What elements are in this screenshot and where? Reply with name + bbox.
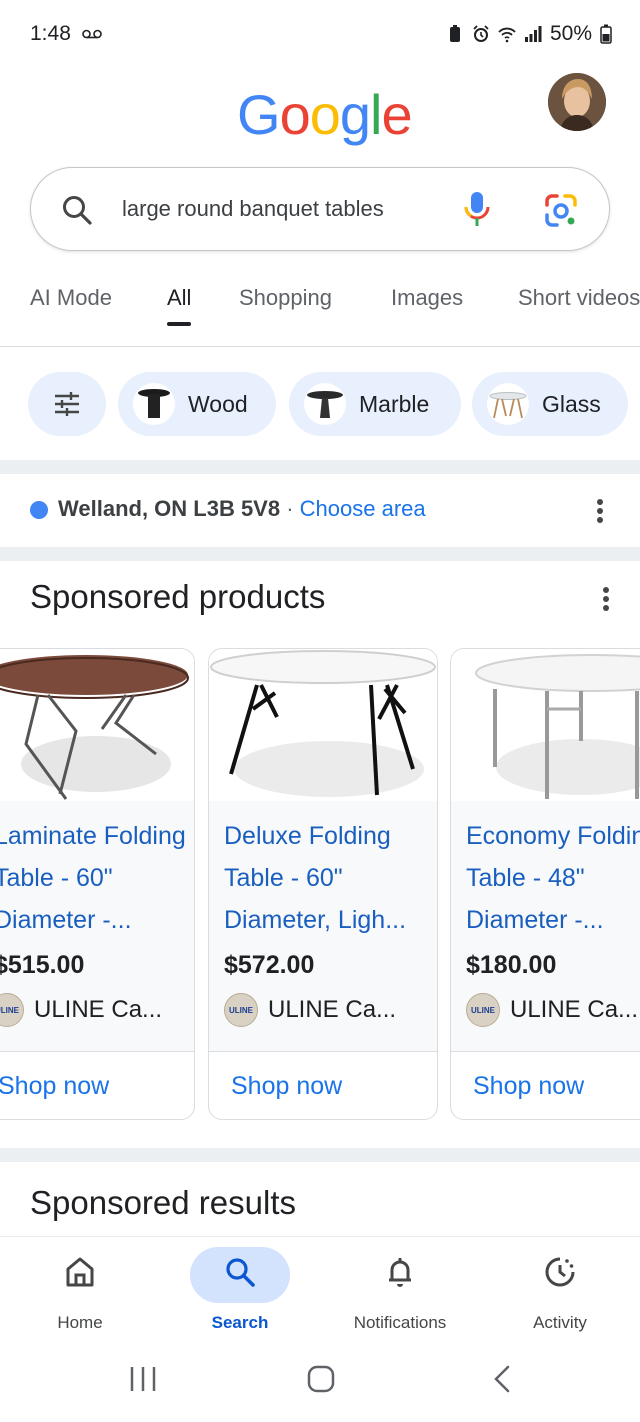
product-details: Deluxe Folding Table - 60" Diameter, Lig… bbox=[209, 801, 437, 1051]
location-more-icon[interactable] bbox=[597, 499, 603, 523]
product-card[interactable]: Laminate Folding Table - 60" Diameter -.… bbox=[0, 648, 195, 1120]
chip-marble[interactable]: Marble bbox=[289, 372, 461, 436]
battery-saver-icon bbox=[449, 25, 460, 42]
active-tab-indicator bbox=[167, 322, 192, 326]
uline-logo: ULINE bbox=[224, 993, 258, 1027]
battery-percent: 50% bbox=[549, 22, 592, 45]
nav-activity[interactable]: Activity bbox=[480, 1237, 640, 1347]
location-place: Welland, ON L3B 5V8 bbox=[58, 496, 281, 521]
home-icon bbox=[66, 1257, 94, 1287]
product-title[interactable]: Deluxe Folding Table - 60" Diameter, Lig… bbox=[224, 815, 436, 943]
sponsored-results-title: Sponsored results bbox=[30, 1184, 296, 1221]
tab-shopping[interactable]: Shopping bbox=[239, 285, 332, 346]
tab-short-videos[interactable]: Short videos bbox=[518, 285, 640, 346]
section-divider bbox=[0, 547, 640, 561]
logo-letter: G bbox=[237, 83, 281, 146]
recent-apps-icon[interactable] bbox=[128, 1364, 158, 1394]
search-query[interactable]: large round banquet tables bbox=[122, 196, 384, 222]
status-icons: 50% bbox=[446, 22, 612, 46]
search-icon bbox=[63, 196, 92, 225]
sponsored-products-title: Sponsored products bbox=[30, 578, 326, 615]
logo-letter: g bbox=[339, 83, 371, 146]
tune-icon bbox=[55, 392, 79, 416]
nav-home[interactable]: Home bbox=[0, 1237, 160, 1347]
chip-glass[interactable]: Glass bbox=[472, 372, 628, 436]
search-icon bbox=[226, 1258, 255, 1287]
filter-chips: Wood Marble Glass bbox=[0, 372, 640, 438]
product-image bbox=[451, 649, 640, 801]
microphone-icon[interactable] bbox=[461, 189, 493, 229]
battery-icon bbox=[600, 24, 612, 44]
product-card[interactable]: Deluxe Folding Table - 60" Diameter, Lig… bbox=[208, 648, 438, 1120]
wood-table-thumbnail bbox=[133, 383, 175, 425]
shop-now-button[interactable]: Shop now bbox=[451, 1051, 640, 1119]
shop-now-button[interactable]: Shop now bbox=[209, 1051, 437, 1119]
search-box[interactable]: large round banquet tables bbox=[30, 167, 610, 251]
product-seller: ULINE ULINE Ca... bbox=[0, 993, 162, 1027]
system-navigation-bar bbox=[0, 1346, 640, 1422]
product-title[interactable]: Economy Folding Table - 48" Diameter -..… bbox=[466, 815, 640, 943]
nav-search[interactable]: Search bbox=[160, 1237, 320, 1347]
product-price: $572.00 bbox=[224, 951, 315, 979]
signal-icon bbox=[524, 26, 542, 42]
product-price: $515.00 bbox=[0, 951, 85, 979]
product-carousel[interactable]: Laminate Folding Table - 60" Diameter -.… bbox=[0, 648, 640, 1120]
google-lens-icon[interactable] bbox=[541, 191, 581, 231]
logo-letter: e bbox=[381, 83, 412, 146]
section-divider bbox=[0, 1148, 640, 1162]
profile-photo bbox=[548, 73, 606, 131]
bell-icon bbox=[389, 1258, 411, 1287]
product-details: Laminate Folding Table - 60" Diameter -.… bbox=[0, 801, 194, 1051]
voicemail-icon bbox=[82, 29, 102, 39]
chip-wood[interactable]: Wood bbox=[118, 372, 276, 436]
location-dot-icon bbox=[30, 501, 48, 519]
product-seller: ULINE ULINE Ca... bbox=[466, 993, 638, 1027]
back-icon[interactable] bbox=[488, 1364, 518, 1394]
section-divider bbox=[0, 460, 640, 474]
product-title[interactable]: Laminate Folding Table - 60" Diameter -.… bbox=[0, 815, 194, 943]
product-seller: ULINE ULINE Ca... bbox=[224, 993, 396, 1027]
tab-images[interactable]: Images bbox=[391, 285, 463, 346]
logo-letter: l bbox=[370, 83, 382, 146]
nav-notifications[interactable]: Notifications bbox=[320, 1237, 480, 1347]
product-card[interactable]: Economy Folding Table - 48" Diameter -..… bbox=[450, 648, 640, 1120]
status-time: 1:48 bbox=[30, 22, 71, 45]
glass-table-thumbnail bbox=[487, 383, 529, 425]
bottom-navigation: Home Search Notifications Activity bbox=[0, 1236, 640, 1346]
product-price: $180.00 bbox=[466, 951, 557, 979]
search-tabs: AI Mode All Shopping Images Short videos bbox=[0, 285, 640, 347]
location-row: Welland, ON L3B 5V8 · Choose area bbox=[58, 496, 426, 521]
wifi-icon bbox=[498, 27, 516, 43]
tab-all[interactable]: All bbox=[167, 285, 192, 346]
product-details: Economy Folding Table - 48" Diameter -..… bbox=[451, 801, 640, 1051]
marble-table-thumbnail bbox=[304, 383, 346, 425]
avatar[interactable] bbox=[548, 73, 606, 131]
uline-logo: ULINE bbox=[466, 993, 500, 1027]
product-image bbox=[209, 649, 437, 801]
shop-now-button[interactable]: Shop now bbox=[0, 1051, 194, 1119]
google-logo[interactable]: Google bbox=[237, 82, 413, 147]
sponsored-more-icon[interactable] bbox=[603, 587, 609, 611]
activity-icon bbox=[545, 1257, 575, 1287]
home-button-icon[interactable] bbox=[306, 1364, 336, 1394]
alarm-icon bbox=[473, 25, 489, 42]
logo-letter: o bbox=[279, 83, 311, 146]
status-bar: 1:48 50% bbox=[0, 0, 640, 72]
choose-area-link[interactable]: Choose area bbox=[300, 496, 426, 521]
uline-logo: ULINE bbox=[0, 993, 24, 1027]
filters-button[interactable] bbox=[28, 372, 106, 436]
product-image bbox=[0, 649, 194, 801]
tab-ai-mode[interactable]: AI Mode bbox=[30, 285, 112, 346]
logo-letter: o bbox=[309, 83, 341, 146]
